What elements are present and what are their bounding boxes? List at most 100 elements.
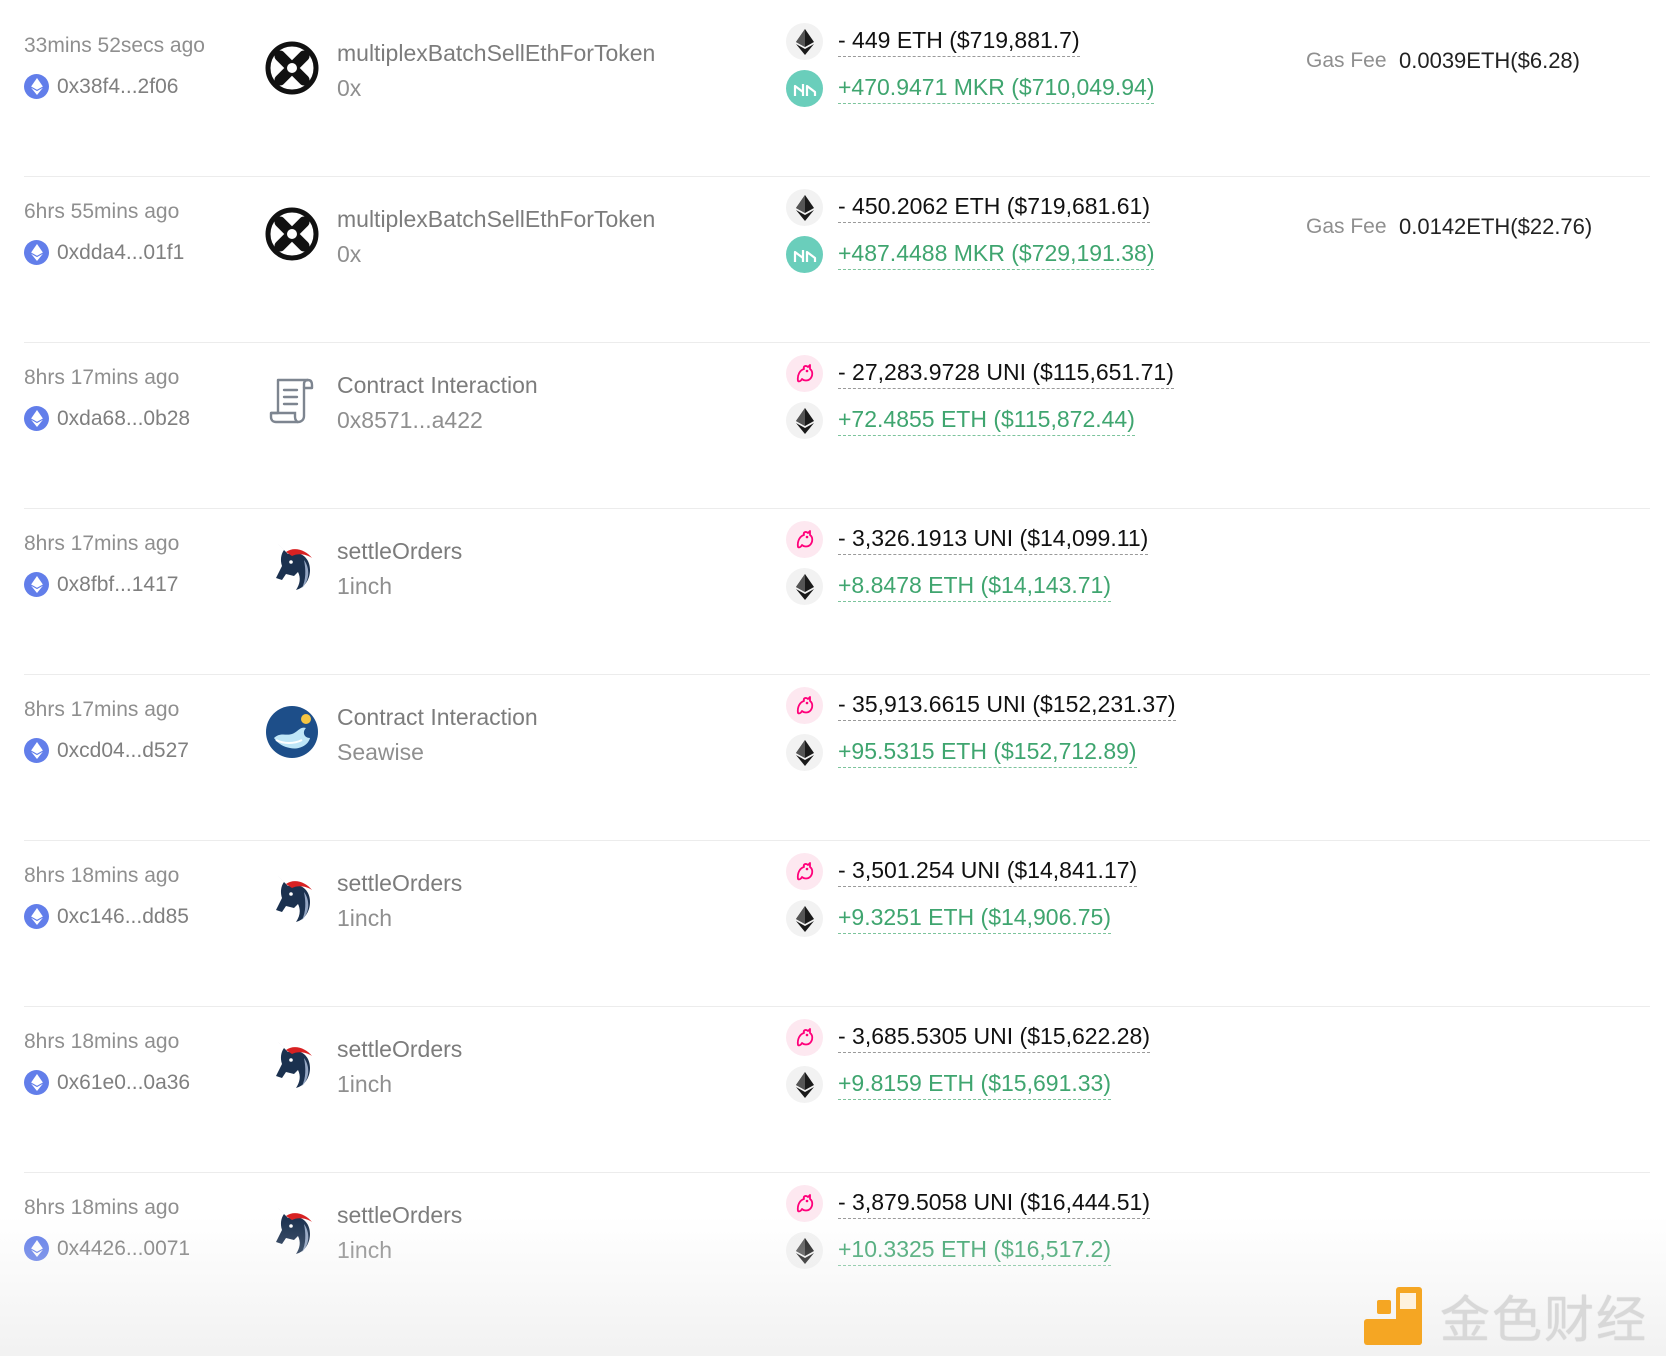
wallet-address[interactable]: 0x4426...0071 [24, 1236, 190, 1261]
tx-time: 8hrs 17mins ago [24, 532, 180, 555]
app-name[interactable]: 1inch [337, 1237, 392, 1264]
seawise-icon [264, 704, 320, 760]
transaction-row[interactable]: 8hrs 18mins ago 0xc146...dd85 settleOrders… [0, 830, 1666, 1007]
eth-icon [786, 1232, 823, 1269]
token-in: +9.8159 ETH ($15,691.33) [786, 1066, 1111, 1103]
token-out-amount[interactable]: - 3,685.5305 UNI ($15,622.28) [838, 1022, 1150, 1053]
wallet-address[interactable]: 0xdda4...01f1 [24, 240, 184, 265]
token-in-amount[interactable]: +9.3251 ETH ($14,906.75) [838, 903, 1111, 934]
uni-icon [786, 355, 823, 392]
ethereum-chain-icon [24, 1070, 49, 1095]
ethereum-chain-icon [24, 406, 49, 431]
1inch-unicorn-icon [264, 1202, 320, 1258]
wallet-address-text[interactable]: 0x61e0...0a36 [57, 1071, 190, 1095]
wallet-address[interactable]: 0x61e0...0a36 [24, 1070, 190, 1095]
wallet-address[interactable]: 0x8fbf...1417 [24, 572, 178, 597]
eth-icon [786, 23, 823, 60]
tx-time: 8hrs 17mins ago [24, 698, 180, 721]
jinse-logo-icon [1364, 1287, 1422, 1345]
wallet-address-text[interactable]: 0xcd04...d527 [57, 739, 189, 763]
app-name[interactable]: 0x [337, 241, 361, 268]
token-in-amount[interactable]: +10.3325 ETH ($16,517.2) [838, 1235, 1111, 1266]
token-in: +10.3325 ETH ($16,517.2) [786, 1232, 1111, 1269]
wallet-address-text[interactable]: 0xdda4...01f1 [57, 241, 184, 265]
token-in-amount[interactable]: +470.9471 MKR ($710,049.94) [838, 73, 1155, 104]
token-out: - 3,326.1913 UNI ($14,099.11) [786, 521, 1149, 558]
ethereum-chain-icon [24, 572, 49, 597]
token-in-amount[interactable]: +487.4488 MKR ($729,191.38) [838, 239, 1155, 270]
gas-fee-label: Gas Fee [1306, 215, 1387, 238]
token-in: +95.5315 ETH ($152,712.89) [786, 734, 1137, 771]
1inch-unicorn-icon [264, 1036, 320, 1092]
token-out-amount[interactable]: - 450.2062 ETH ($719,681.61) [838, 192, 1150, 223]
app-name[interactable]: 1inch [337, 573, 392, 600]
eth-icon [786, 900, 823, 937]
gas-fee-label: Gas Fee [1306, 49, 1387, 72]
tx-time: 6hrs 55mins ago [24, 200, 180, 223]
transaction-row[interactable]: 8hrs 18mins ago 0x61e0...0a36 settleOrders… [0, 996, 1666, 1173]
token-in: +487.4488 MKR ($729,191.38) [786, 236, 1155, 273]
method-name: multiplexBatchSellEthForToken [337, 206, 656, 232]
app-name[interactable]: 1inch [337, 905, 392, 932]
transaction-row[interactable]: 8hrs 17mins ago 0xcd04...d527 Contract Int… [0, 664, 1666, 841]
method-name: settleOrders [337, 1036, 463, 1062]
token-out-amount[interactable]: - 449 ETH ($719,881.7) [838, 26, 1080, 57]
method-name: Contract Interaction [337, 704, 538, 730]
transaction-row[interactable]: 6hrs 55mins ago 0xdda4...01f1 multiplexBat… [0, 166, 1666, 343]
wallet-address-text[interactable]: 0xc146...dd85 [57, 905, 189, 929]
wallet-address-text[interactable]: 0x4426...0071 [57, 1237, 190, 1261]
token-in: +72.4855 ETH ($115,872.44) [786, 402, 1135, 439]
transaction-row[interactable]: 8hrs 17mins ago 0xda68...0b28 Contract Int… [0, 332, 1666, 509]
method-name: multiplexBatchSellEthForToken [337, 40, 656, 66]
token-in: +9.3251 ETH ($14,906.75) [786, 900, 1111, 937]
mkr-icon [786, 70, 823, 107]
ethereum-chain-icon [24, 240, 49, 265]
uni-icon [786, 687, 823, 724]
token-out-amount[interactable]: - 3,501.254 UNI ($14,841.17) [838, 856, 1138, 887]
transaction-row[interactable]: 8hrs 17mins ago 0x8fbf...1417 settleOrders… [0, 498, 1666, 675]
token-out: - 3,501.254 UNI ($14,841.17) [786, 853, 1138, 890]
app-name[interactable]: 0x [337, 75, 361, 102]
token-out-amount[interactable]: - 27,283.9728 UNI ($115,651.71) [838, 358, 1174, 389]
wallet-address-text[interactable]: 0xda68...0b28 [57, 407, 190, 431]
token-in-amount[interactable]: +95.5315 ETH ($152,712.89) [838, 737, 1137, 768]
watermark-text: 金色财经 [1440, 1291, 1648, 1349]
app-name[interactable]: Seawise [337, 739, 424, 766]
transaction-list: 33mins 52secs ago 0x38f4...2f06 multiplexB… [0, 0, 1666, 1356]
app-name[interactable]: 1inch [337, 1071, 392, 1098]
transaction-row[interactable]: 33mins 52secs ago 0x38f4...2f06 multiplexB… [0, 0, 1666, 177]
wallet-address-text[interactable]: 0x38f4...2f06 [57, 75, 178, 99]
token-out-amount[interactable]: - 3,879.5058 UNI ($16,444.51) [838, 1188, 1150, 1219]
1inch-unicorn-icon [264, 538, 320, 594]
eth-icon [786, 189, 823, 226]
contract-scroll-icon [264, 372, 320, 428]
ethereum-chain-icon [24, 1236, 49, 1261]
eth-icon [786, 1066, 823, 1103]
token-out-amount[interactable]: - 35,913.6615 UNI ($152,231.37) [838, 690, 1176, 721]
mkr-icon [786, 236, 823, 273]
token-out-amount[interactable]: - 3,326.1913 UNI ($14,099.11) [838, 524, 1149, 555]
wallet-address[interactable]: 0x38f4...2f06 [24, 74, 178, 99]
token-in: +8.8478 ETH ($14,143.71) [786, 568, 1111, 605]
app-name[interactable]: 0x8571...a422 [337, 407, 483, 434]
wallet-address-text[interactable]: 0x8fbf...1417 [57, 573, 178, 597]
0x-icon [264, 40, 320, 96]
token-out: - 3,879.5058 UNI ($16,444.51) [786, 1185, 1150, 1222]
method-name: Contract Interaction [337, 372, 538, 398]
tx-time: 8hrs 18mins ago [24, 1196, 180, 1219]
token-in-amount[interactable]: +8.8478 ETH ($14,143.71) [838, 571, 1111, 602]
uni-icon [786, 1019, 823, 1056]
wallet-address[interactable]: 0xda68...0b28 [24, 406, 190, 431]
eth-icon [786, 568, 823, 605]
wallet-address[interactable]: 0xcd04...d527 [24, 738, 189, 763]
token-out: - 449 ETH ($719,881.7) [786, 23, 1080, 60]
wallet-address[interactable]: 0xc146...dd85 [24, 904, 189, 929]
token-in-amount[interactable]: +72.4855 ETH ($115,872.44) [838, 405, 1135, 436]
tx-time: 33mins 52secs ago [24, 34, 205, 57]
token-out: - 450.2062 ETH ($719,681.61) [786, 189, 1150, 226]
token-out: - 35,913.6615 UNI ($152,231.37) [786, 687, 1176, 724]
token-in-amount[interactable]: +9.8159 ETH ($15,691.33) [838, 1069, 1111, 1100]
eth-icon [786, 402, 823, 439]
gas-fee-value: 0.0142ETH($22.76) [1399, 214, 1593, 239]
method-name: settleOrders [337, 538, 463, 564]
